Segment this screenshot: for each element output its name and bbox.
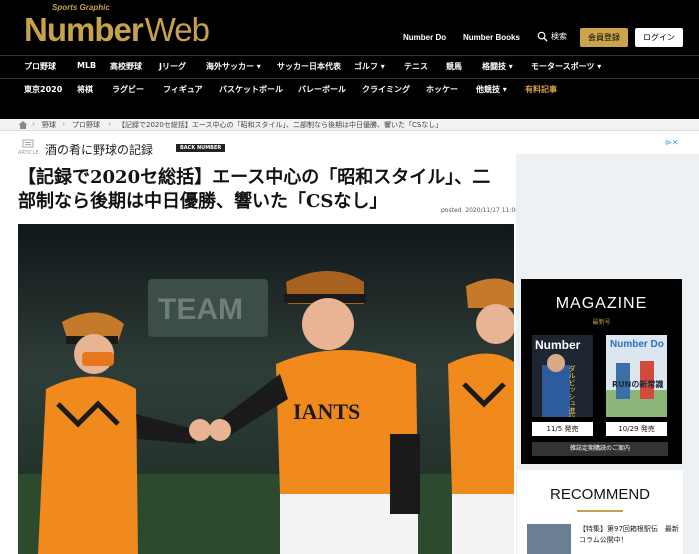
nav-item[interactable]: クライミング [362,84,410,95]
svg-text:TEAM: TEAM [158,293,243,326]
nav-item[interactable]: モータースポーツ ▾ [531,61,601,72]
logo-text: NumberWeb [24,11,210,48]
site-header: Sports Graphic NumberWeb Number Do Numbe… [0,0,699,55]
nav-item[interactable]: フィギュア [163,84,203,95]
nav-item[interactable]: ゴルフ ▾ [354,61,385,72]
chevron-right-icon: › [32,119,36,128]
magazine-panel: MAGAZINE 最新号 Number ダルビッシュ進化論 Number Do … [521,279,682,464]
number-books-link[interactable]: Number Books [463,33,520,42]
svg-text:ダルビッシュ進化論: ダルビッシュ進化論 [568,364,576,417]
login-button[interactable]: ログイン [635,28,683,47]
search-label: 検索 [551,32,567,41]
member-register-button[interactable]: 会員登録 [580,28,628,47]
article-icon: ARTICLE [18,139,39,157]
recommend-title: RECOMMEND [550,486,650,503]
main-nav: プロ野球 MLB 高校野球 Jリーグ 海外サッカー ▾ サッカー日本代表 ゴルフ… [0,55,699,119]
nav-item[interactable]: ホッケー [426,84,458,95]
nav-item[interactable]: 東京2020 [24,84,62,95]
series-title[interactable]: 酒の肴に野球の記録 [45,141,153,158]
recommend-item-text: 【特集】第97回箱根駅伝 最新コラム公開中！ [579,525,679,544]
nav-row-sports: プロ野球 MLB 高校野球 Jリーグ 海外サッカー ▾ サッカー日本代表 ゴルフ… [0,56,699,78]
search-button[interactable]: 検索 [537,31,567,42]
svg-text:RUNの新常識: RUNの新常識 [612,379,663,389]
nav-item[interactable]: バスケットボール [219,84,283,95]
magazine-subtitle: 最新号 [592,319,611,326]
home-icon[interactable] [18,120,28,130]
subscription-button[interactable]: 雑誌定期購読のご案内 [532,442,668,456]
number-do-link[interactable]: Number Do [403,33,446,42]
breadcrumb-item[interactable]: プロ野球 [72,120,100,130]
article-icon-label: ARTICLE [18,149,39,156]
baseball-players-image: TEAM IANTS [18,224,514,554]
recommend-thumbnail [527,524,571,554]
nav-item[interactable]: テニス [404,61,428,72]
adchoices-icon[interactable]: ⊳✕ [665,138,678,147]
chevron-right-icon: › [62,119,66,128]
search-icon [537,31,548,42]
breadcrumb: › 野球 › プロ野球 › 【記録で2020セ総括】エース中心の「昭和スタイル」… [0,119,699,131]
magazine-cover-number-do[interactable]: Number Do RUNの新常識 [606,335,667,417]
nav-item[interactable]: 海外サッカー ▾ [206,61,261,72]
chevron-right-icon: › [108,119,112,128]
nav-item[interactable]: プロ野球 [24,61,56,72]
cover1-release-button[interactable]: 11/5 発売 [532,422,593,436]
svg-text:Number: Number [535,338,581,352]
nav-item[interactable]: バレーボール [298,84,346,95]
recommend-item[interactable]: 【特集】第97回箱根駅伝 最新コラム公開中！ [527,524,679,554]
nav-item[interactable]: Jリーグ [159,61,186,72]
nav-item[interactable]: 将棋 [77,84,93,95]
breadcrumb-item[interactable]: 野球 [42,120,56,130]
nav-item[interactable]: 競馬 [446,61,462,72]
nav-item[interactable]: サッカー日本代表 [277,61,341,72]
breadcrumb-current: 【記録で2020セ総括】エース中心の「昭和スタイル」、二部制なら後期は中日優勝、… [118,121,443,129]
nav-item[interactable]: MLB [77,61,96,70]
svg-text:Number Do: Number Do [610,339,664,350]
recommend-divider [577,510,623,512]
nav-item[interactable]: 高校野球 [110,61,142,72]
magazine-cover-number[interactable]: Number ダルビッシュ進化論 [532,335,593,417]
nav-item[interactable]: 格闘技 ▾ [482,61,513,72]
nav-item-paid[interactable]: 有料記事 [525,84,557,95]
nav-item[interactable]: 他競技 ▾ [476,84,507,95]
back-number-badge[interactable]: BACK NUMBER [176,144,226,152]
magazine-title: MAGAZINE [555,295,648,312]
svg-text:IANTS: IANTS [293,399,360,424]
article-photo: TEAM IANTS [18,224,514,554]
nav-row-more: 東京2020 将棋 ラグビー フィギュア バスケットボール バレーボール クライ… [0,78,699,100]
recommend-panel: RECOMMEND 【特集】第97回箱根駅伝 最新コラム公開中！ [517,470,683,554]
cover2-release-button[interactable]: 10/29 発売 [606,422,667,436]
nav-item[interactable]: ラグビー [112,84,144,95]
posted-date: posted 2020/11/17 11:00 [441,207,520,214]
